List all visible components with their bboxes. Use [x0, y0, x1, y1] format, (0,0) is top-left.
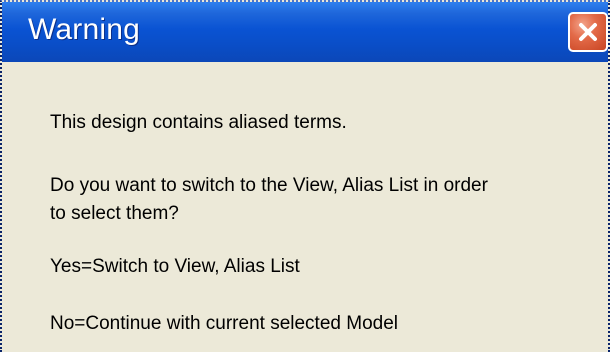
message-line-no-option: No=Continue with current selected Model	[50, 313, 398, 334]
message-line-select-them: to select them?	[50, 203, 179, 224]
screen: Warning This design contains aliased ter…	[0, 0, 610, 352]
title-bar[interactable]: Warning	[2, 2, 608, 62]
close-button[interactable]	[568, 12, 608, 52]
message-line-yes-option: Yes=Switch to View, Alias List	[50, 256, 300, 277]
close-icon	[579, 23, 597, 41]
warning-dialog: Warning This design contains aliased ter…	[0, 0, 610, 352]
message-line-switch-question: Do you want to switch to the View, Alias…	[50, 175, 488, 196]
message-line-aliased-terms: This design contains aliased terms.	[50, 112, 347, 133]
dialog-title: Warning	[28, 13, 140, 46]
